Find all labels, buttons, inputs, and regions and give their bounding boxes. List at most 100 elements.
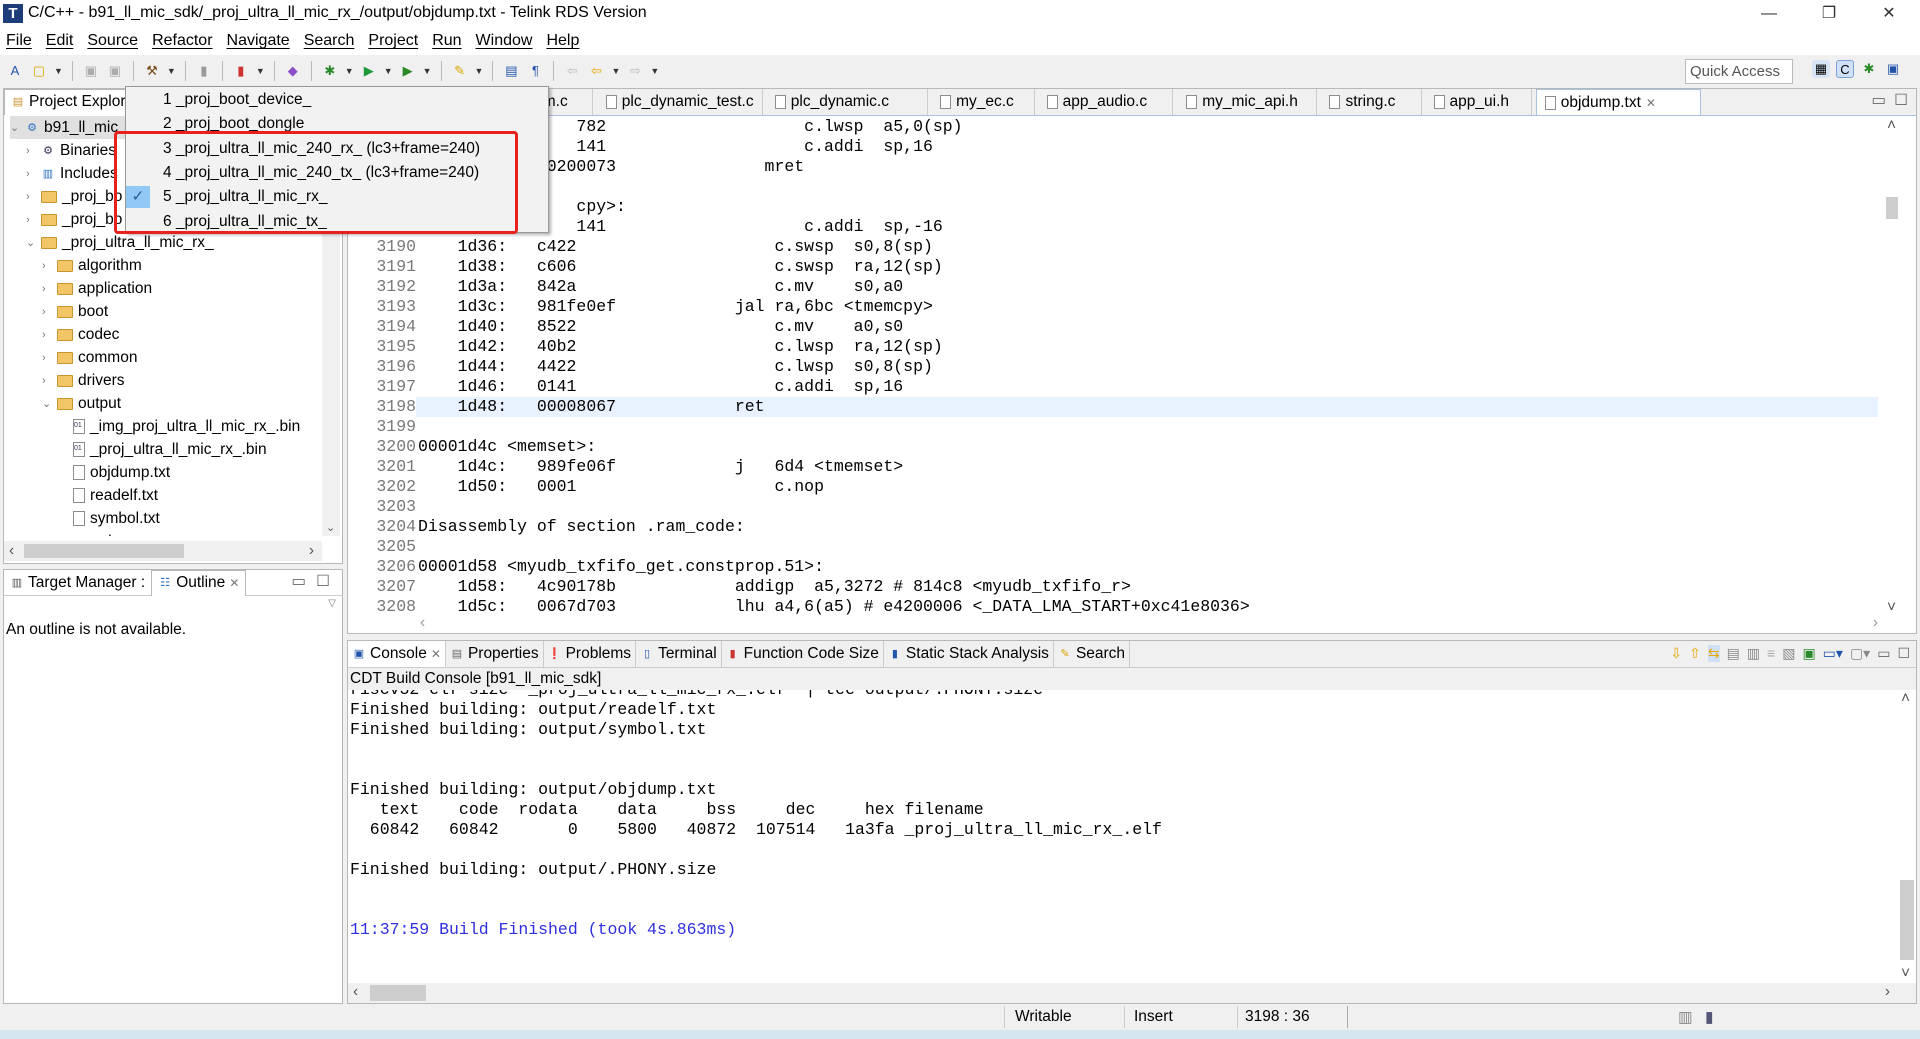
tab-search[interactable]: ✎ Search — [1054, 641, 1131, 667]
tab-target-manager[interactable]: ▥ Target Manager : — [4, 570, 151, 596]
forward-icon[interactable]: ⇨ — [626, 62, 644, 80]
minimize-icon[interactable]: ▭ — [291, 572, 306, 591]
tree-item[interactable]: › algorithm — [42, 254, 142, 277]
tab-my_mic_api-h[interactable]: my_mic_api.h — [1178, 89, 1317, 115]
chevron-down-icon[interactable]: ⌄ — [42, 397, 52, 410]
menu-navigate[interactable]: Navigate — [227, 32, 290, 50]
minimize-button[interactable]: — — [1746, 2, 1792, 26]
tab-function-code-size[interactable]: ▮ Function Code Size — [722, 641, 884, 667]
chevron-right-icon[interactable]: › — [26, 145, 36, 157]
editor-horizontal-scrollbar[interactable]: ‹ › — [348, 614, 1900, 633]
save-all-icon[interactable]: ▣ — [106, 62, 124, 80]
prev-edit-icon[interactable]: ⇦ — [563, 62, 581, 80]
new-icon[interactable]: ▢ — [30, 62, 48, 80]
save-icon[interactable]: ▣ — [82, 62, 100, 80]
chevron-right-icon[interactable]: › — [26, 214, 36, 226]
lock-icon[interactable]: ▥ — [1747, 645, 1760, 662]
display-console-icon[interactable]: ▭▾ — [1823, 645, 1843, 662]
new-wizard-icon[interactable]: A — [6, 62, 24, 80]
tab-plc_dynamic_test-c[interactable]: plc_dynamic_test.c — [598, 89, 764, 115]
chevron-right-icon[interactable]: › — [42, 283, 52, 295]
tree-item[interactable]: › common — [42, 346, 137, 369]
tree-item[interactable]: › vendor — [42, 530, 125, 536]
maximize-icon[interactable]: ☐ — [1897, 645, 1910, 662]
chevron-down-icon[interactable]: ▼ — [54, 66, 63, 76]
tree-item[interactable]: readelf.txt — [58, 484, 158, 507]
menu-search[interactable]: Search — [304, 32, 355, 50]
pen-icon[interactable]: ✎ — [451, 62, 469, 80]
minimize-icon[interactable]: ▭ — [1877, 645, 1890, 662]
open-perspective-icon[interactable]: ▦ — [1812, 60, 1830, 78]
scroll-down-icon[interactable]: ⇩ — [1670, 645, 1682, 662]
tree-item[interactable]: › boot — [42, 300, 108, 323]
chevron-right-icon[interactable]: › — [26, 191, 36, 203]
chevron-right-icon[interactable]: › — [26, 168, 36, 180]
tree-item[interactable]: › ⚙ Binaries — [26, 139, 116, 162]
tab-my_ec-c[interactable]: my_ec.c — [932, 89, 1035, 115]
tree-item[interactable]: ⌄ output — [42, 392, 121, 415]
menu-file[interactable]: File — [6, 32, 32, 50]
progress-icon[interactable]: ▥ — [1678, 1008, 1693, 1027]
tab-console[interactable]: ▣ Console ✕ — [348, 641, 446, 667]
debug-bug-icon[interactable]: ✱ — [321, 62, 339, 80]
chart-icon[interactable]: ▮ — [232, 62, 250, 80]
tree-horizontal-scrollbar[interactable]: ‹ › — [4, 541, 322, 561]
chevron-down-icon[interactable]: ▼ — [384, 66, 393, 76]
tree-item[interactable]: › _proj_bo — [26, 208, 122, 231]
tree-item[interactable]: ⌄ _proj_ultra_ll_mic_rx_ — [26, 231, 214, 254]
new-console-icon[interactable]: ▢▾ — [1850, 645, 1870, 662]
close-icon[interactable]: ✕ — [1646, 96, 1656, 110]
scroll-up-icon[interactable]: ⇧ — [1689, 645, 1701, 662]
tree-item[interactable]: objdump.txt — [58, 461, 170, 484]
chevron-down-icon[interactable]: ▼ — [611, 66, 620, 76]
editor-vertical-scrollbar[interactable]: ˄ ˅ — [1882, 117, 1902, 617]
run-config-icon[interactable]: ▶ — [399, 62, 417, 80]
chevron-down-icon[interactable]: ▼ — [256, 66, 265, 76]
close-icon[interactable]: ✕ — [431, 647, 441, 661]
block-icon[interactable]: ▤ — [502, 62, 520, 80]
tab-outline[interactable]: ☷ Outline ✕ — [151, 569, 247, 596]
chevron-right-icon[interactable]: › — [42, 306, 52, 318]
build-stop-icon[interactable]: ▮ — [195, 62, 213, 80]
chevron-down-icon[interactable]: ▼ — [167, 66, 176, 76]
tree-item[interactable]: › _proj_bo — [26, 185, 122, 208]
chevron-down-icon[interactable]: ⌄ — [26, 236, 36, 249]
menu-source[interactable]: Source — [87, 32, 138, 50]
chevron-right-icon[interactable]: › — [42, 375, 52, 387]
tab-problems[interactable]: ❗ Problems — [544, 641, 637, 667]
pin-console-icon[interactable]: ▣ — [1802, 645, 1815, 662]
tree-item[interactable]: › codec — [42, 323, 119, 346]
tab-terminal[interactable]: ▯ Terminal — [636, 641, 722, 667]
back-icon[interactable]: ⇦ — [587, 62, 605, 80]
menu-edit[interactable]: Edit — [46, 32, 74, 50]
menu-refactor[interactable]: Refactor — [152, 32, 212, 50]
tree-item[interactable]: › application — [42, 277, 152, 300]
chevron-down-icon[interactable]: ▼ — [345, 66, 354, 76]
build-hammer-icon[interactable]: ⚒ — [143, 62, 161, 80]
console-horizontal-scrollbar[interactable]: ‹ › — [348, 983, 1916, 1003]
pilcrow-icon[interactable]: ¶ — [526, 62, 544, 80]
debug-perspective-icon[interactable]: ✱ — [1860, 60, 1878, 78]
telink-perspective-icon[interactable]: ▣ — [1884, 60, 1902, 78]
tab-project-explorer[interactable]: ▤ Project Explor — [4, 88, 133, 115]
chevron-down-icon[interactable]: ▼ — [650, 66, 659, 76]
console-vertical-scrollbar[interactable]: ˄ ˅ — [1896, 690, 1916, 983]
debug-target-icon[interactable]: ◆ — [284, 62, 302, 80]
copy-icon[interactable]: ▤ — [1727, 645, 1740, 662]
chevron-right-icon[interactable]: › — [42, 329, 52, 341]
chevron-right-icon[interactable]: › — [42, 352, 52, 364]
tree-item[interactable]: 01 _proj_ultra_ll_mic_rx_.bin — [58, 438, 267, 461]
chevron-down-icon[interactable]: ▼ — [423, 66, 432, 76]
editor-minimize-icon[interactable]: ▭ — [1871, 91, 1886, 110]
tab-objdump-txt[interactable]: objdump.txt ✕ — [1535, 89, 1702, 115]
tree-item[interactable]: symbol.txt — [58, 507, 160, 530]
tree-item[interactable]: 01 _img_proj_ultra_ll_mic_rx_.bin — [58, 415, 300, 438]
build-config-item[interactable]: 1 _proj_boot_device_ — [126, 88, 548, 112]
restore-button[interactable]: ❐ — [1806, 2, 1852, 26]
quick-access-input[interactable]: Quick Access — [1685, 59, 1793, 84]
tab-app_ui-h[interactable]: app_ui.h — [1426, 89, 1533, 115]
chevron-right-icon[interactable]: › — [42, 260, 52, 272]
chevron-down-icon[interactable]: ▼ — [475, 66, 484, 76]
cpp-perspective-icon[interactable]: C — [1836, 60, 1854, 78]
run-icon[interactable]: ▶ — [360, 62, 378, 80]
